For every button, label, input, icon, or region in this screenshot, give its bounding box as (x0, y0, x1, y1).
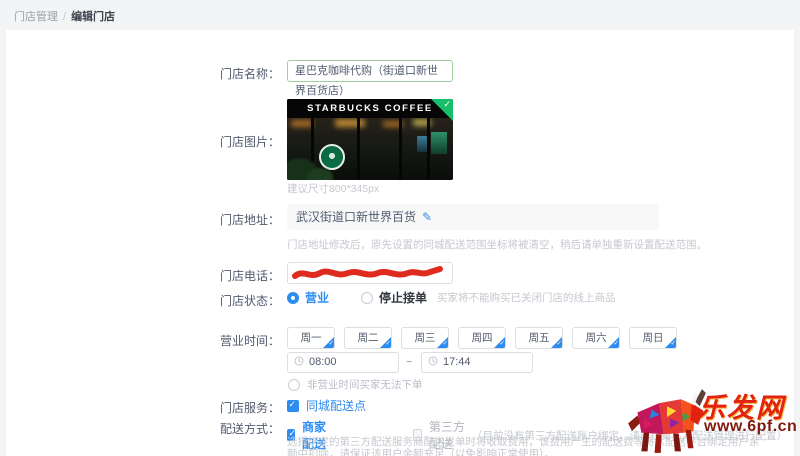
store-status-label: 门店状态： (219, 294, 280, 308)
edit-store-page: 门店管理 / 编辑门店 门店名称： 星巴克咖啡代购（街道口新世界百货店） 门店图片：… (0, 0, 800, 456)
day-tuesday-button[interactable]: 周二 (344, 327, 392, 349)
redacted-phone-scribble (292, 266, 443, 279)
store-service-label: 门店服务： (219, 401, 280, 415)
storefront-sign-text: STARBUCKS COFFEE (287, 99, 453, 118)
end-time-value: 17:44 (443, 356, 471, 368)
polygonal-bull-logo-icon (628, 389, 706, 453)
image-size-hint: 建议尺寸800*345px (287, 183, 380, 195)
breadcrumb-separator: / (63, 11, 67, 23)
image-selected-check-icon (431, 99, 453, 121)
city-delivery-point-checkbox[interactable] (287, 399, 299, 412)
store-image-label: 门店图片： (219, 135, 280, 149)
day-monday-button[interactable]: 周一 (287, 327, 335, 349)
delivery-method-label: 配送方式： (219, 422, 280, 436)
status-help-text: 买家将不能购买已关闭门店的线上商品 (437, 292, 616, 304)
city-delivery-point-label[interactable]: 同城配送点 (306, 397, 366, 414)
end-time-input[interactable]: 17:44 (421, 352, 533, 373)
offhours-block-checkbox[interactable] (288, 378, 300, 391)
day-sunday-button[interactable]: 周日 (629, 327, 677, 349)
starbucks-logo-icon (319, 144, 345, 170)
storefront-photo (287, 118, 453, 180)
store-name-input[interactable]: 星巴克咖啡代购（街道口新世界百货店） (287, 60, 453, 97)
status-open-label[interactable]: 营业 (305, 289, 329, 306)
breadcrumb: 门店管理 / 编辑门店 (14, 8, 115, 24)
watermark-site-url: www.6pf.cn (704, 418, 798, 435)
breadcrumb-bar: 门店管理 / 编辑门店 (0, 0, 800, 28)
start-time-value: 08:00 (309, 356, 337, 368)
business-hours-label: 营业时间： (219, 334, 280, 348)
edit-address-icon[interactable]: ✎ (422, 210, 432, 224)
status-closed-label[interactable]: 停止接单 (379, 289, 427, 306)
breadcrumb-section[interactable]: 门店管理 (14, 11, 58, 23)
start-time-input[interactable]: 08:00 (287, 352, 399, 373)
store-address-value: 武汉街道口新世界百货 (296, 210, 417, 224)
address-help-text: 门店地址修改后，原先设置的同城配送范围坐标将被清空，稍后请单独重新设置配送范围。 (287, 239, 707, 251)
clock-icon (428, 356, 438, 366)
store-phone-label: 门店电话： (219, 269, 280, 283)
day-friday-button[interactable]: 周五 (515, 327, 563, 349)
store-image[interactable]: STARBUCKS COFFEE (287, 99, 453, 180)
time-range-separator: ~ (406, 356, 413, 368)
store-phone-input[interactable] (287, 262, 453, 284)
watermark: 乐发网 www.6pf.cn (628, 386, 800, 456)
clock-icon (294, 356, 304, 366)
status-open-radio[interactable] (287, 291, 299, 304)
breadcrumb-current: 编辑门店 (71, 11, 116, 23)
store-address-label: 门店地址： (219, 213, 280, 227)
status-closed-radio[interactable] (361, 291, 374, 304)
offhours-block-label: 非营业时间买家无法下单 (307, 379, 423, 391)
store-address-field[interactable]: 武汉街道口新世界百货 ✎ (287, 204, 659, 230)
store-name-label: 门店名称： (219, 67, 280, 81)
day-wednesday-button[interactable]: 周三 (401, 327, 449, 349)
day-saturday-button[interactable]: 周六 (572, 327, 620, 349)
day-thursday-button[interactable]: 周四 (458, 327, 506, 349)
